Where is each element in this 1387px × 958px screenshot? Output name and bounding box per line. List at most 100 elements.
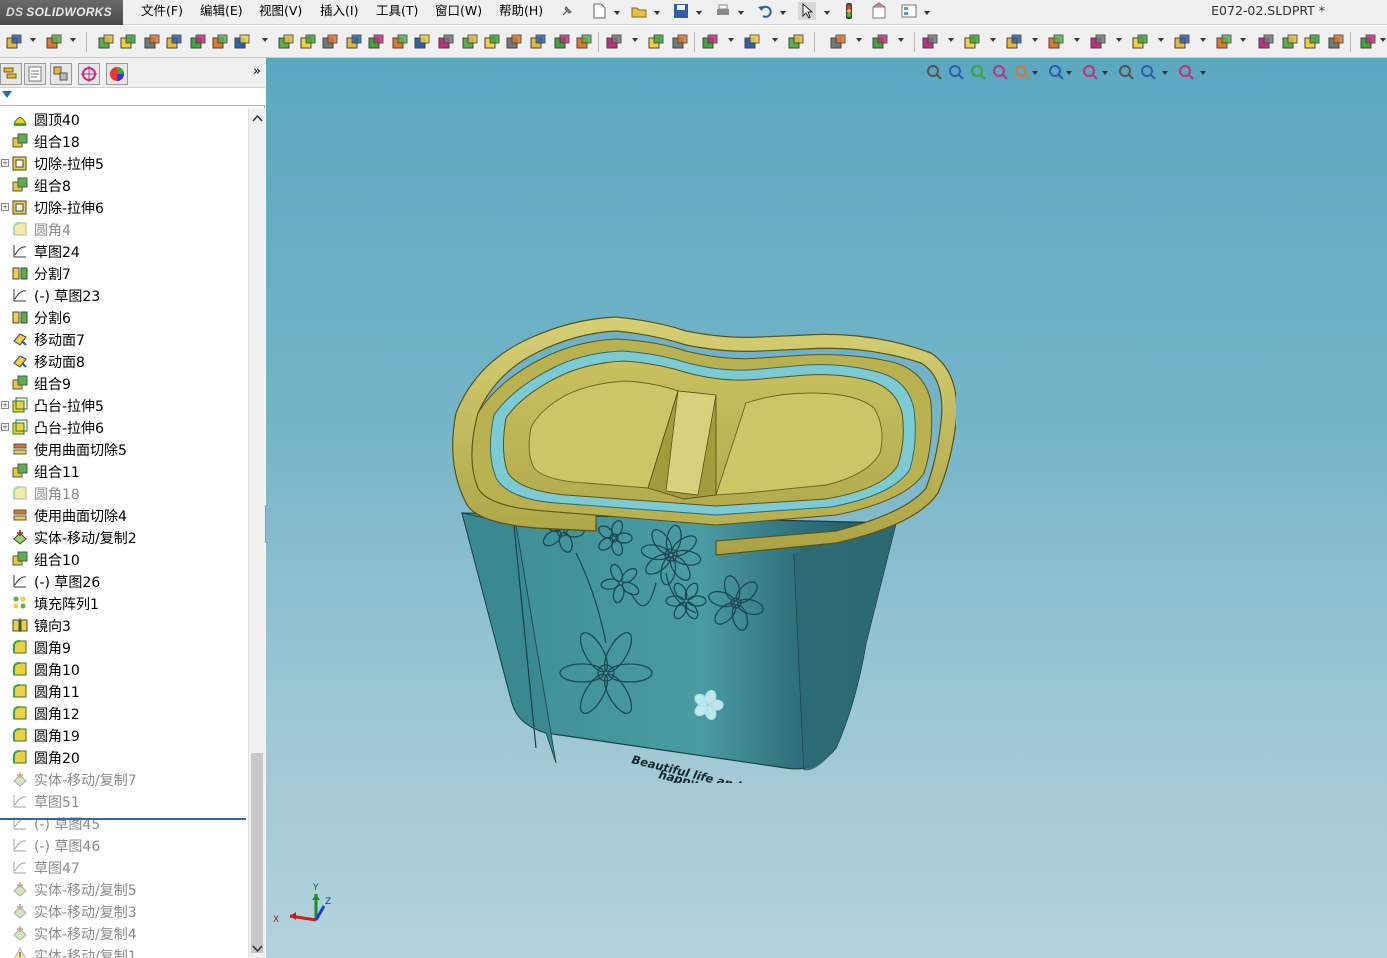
menu-tools[interactable]: 工具(T) [372, 0, 422, 25]
expand-toggle-icon[interactable]: + [1, 401, 9, 409]
smart-dimension-icon[interactable] [872, 34, 888, 50]
new-dropdown-icon[interactable] [614, 11, 620, 15]
scroll-down-arrow-icon[interactable] [250, 942, 265, 956]
edit-appearance-icon[interactable] [1118, 64, 1134, 80]
feature-tree-node[interactable]: 草图24 [0, 240, 248, 262]
slot-icon[interactable] [1006, 34, 1022, 50]
menu-view[interactable]: 视图(V) [255, 0, 306, 25]
zoom-to-area-icon[interactable] [948, 64, 964, 80]
section-view-icon[interactable] [992, 64, 1008, 80]
feature-tree-node[interactable]: 分割7 [0, 262, 248, 284]
linear-pattern-icon[interactable] [606, 34, 622, 50]
fillet-sketch-icon[interactable] [1216, 34, 1232, 50]
extrude-boss-icon[interactable] [98, 34, 114, 50]
dimxpert-tab-icon[interactable] [78, 63, 100, 85]
box-icon[interactable] [46, 34, 62, 50]
spline-icon[interactable] [1132, 34, 1148, 50]
expand-toggle-icon[interactable]: + [1, 423, 9, 431]
toolbar-dropdown-arrow-icon[interactable] [1032, 38, 1038, 42]
hud-dropdown-arrow-icon[interactable] [1102, 71, 1108, 75]
collapse-panel-icon[interactable]: » [253, 64, 261, 79]
rollback-bar[interactable] [0, 818, 246, 820]
hud-dropdown-arrow-icon[interactable] [1162, 71, 1168, 75]
feature-tree-node[interactable]: 使用曲面切除4 [0, 504, 248, 526]
toolbar-dropdown-arrow-icon[interactable] [1200, 38, 1206, 42]
hide-show-items-icon[interactable] [1082, 64, 1098, 80]
feature-tree-node[interactable]: 圆角19 [0, 724, 248, 746]
split-line-icon[interactable] [554, 34, 570, 50]
convert-entities-icon[interactable] [1360, 34, 1376, 50]
feature-tree-node[interactable]: 圆角20 [0, 746, 248, 768]
feature-tree-node[interactable]: 草图51 [0, 790, 248, 812]
toolbar-dropdown-arrow-icon[interactable] [70, 38, 76, 42]
cut-extrude-icon[interactable] [414, 34, 430, 50]
feature-tree-node[interactable]: (-) 草图45 [0, 812, 248, 834]
solidworks-logo[interactable]: DS SOLIDWORKS [0, 0, 123, 25]
thicken-cut-icon[interactable] [530, 34, 546, 50]
toolbar-dropdown-arrow-icon[interactable] [1116, 38, 1122, 42]
sweep-icon[interactable] [144, 34, 160, 50]
scroll-up-arrow-icon[interactable] [250, 112, 265, 126]
feature-tree-node[interactable]: 组合10 [0, 548, 248, 570]
toolbar-dropdown-arrow-icon[interactable] [990, 38, 996, 42]
feature-tree-node[interactable]: 移动面7 [0, 328, 248, 350]
feature-tree-filter[interactable] [0, 88, 265, 106]
graphics-area[interactable]: Beautiful life and happy every day X Y Z [266, 58, 1387, 958]
print-icon[interactable] [714, 2, 732, 20]
feature-tree-node[interactable]: + 凸台-拉伸6 [0, 416, 248, 438]
toolbar-dropdown-arrow-icon[interactable] [1380, 38, 1386, 42]
toolbar-dropdown-arrow-icon[interactable] [30, 38, 36, 42]
new-document-icon[interactable] [590, 2, 608, 20]
save-icon[interactable] [672, 2, 690, 20]
part-icon[interactable] [6, 34, 22, 50]
menu-help[interactable]: 帮助(H) [495, 0, 547, 25]
configurationmanager-tab-icon[interactable] [50, 63, 72, 85]
feature-tree-node[interactable]: 移动面8 [0, 350, 248, 372]
feature-tree-node[interactable]: 组合8 [0, 174, 248, 196]
hud-dropdown-arrow-icon[interactable] [1066, 71, 1072, 75]
rib-icon[interactable] [278, 34, 294, 50]
menu-file[interactable]: 文件(F) [137, 0, 187, 25]
feature-tree-node[interactable]: 实体-移动/复制1 [0, 944, 248, 958]
print-dropdown-icon[interactable] [738, 11, 744, 15]
feature-tree-node[interactable]: + 切除-拉伸6 [0, 196, 248, 218]
feature-tree-node[interactable]: + 凸台-拉伸5 [0, 394, 248, 416]
display-style-icon[interactable] [1048, 64, 1064, 80]
revolve-icon[interactable] [120, 34, 136, 50]
text-icon[interactable] [1328, 34, 1344, 50]
feature-tree-scrollbar[interactable] [248, 108, 265, 958]
loft-icon[interactable] [166, 34, 182, 50]
flex-icon[interactable] [346, 34, 362, 50]
cut-loft-icon[interactable] [484, 34, 500, 50]
toolbar-dropdown-arrow-icon[interactable] [856, 38, 862, 42]
filter-icon[interactable] [2, 91, 12, 98]
reference-geometry-icon[interactable] [702, 34, 718, 50]
feature-tree-node[interactable]: 实体-移动/复制7 [0, 768, 248, 790]
feature-tree-node[interactable]: 圆角10 [0, 658, 248, 680]
dome-tool-icon[interactable] [322, 34, 338, 50]
feature-tree-node[interactable]: 实体-移动/复制5 [0, 878, 248, 900]
file-properties-icon[interactable] [870, 2, 888, 20]
toolbar-dropdown-arrow-icon[interactable] [728, 38, 734, 42]
mirror-tool-icon[interactable] [648, 34, 664, 50]
cut-sweep-icon[interactable] [462, 34, 478, 50]
menu-window[interactable]: 窗口(W) [431, 0, 486, 25]
menu-edit[interactable]: 编辑(E) [196, 0, 247, 25]
feature-tree-node[interactable]: 组合18 [0, 130, 248, 152]
feature-tree-node[interactable]: 分割6 [0, 306, 248, 328]
view-orientation-icon[interactable] [1014, 64, 1030, 80]
move-copy-icon[interactable] [672, 34, 688, 50]
ellipse-icon[interactable] [1174, 34, 1190, 50]
hud-dropdown-arrow-icon[interactable] [1032, 71, 1038, 75]
sketch-tool-icon[interactable] [830, 34, 846, 50]
toolbar-dropdown-arrow-icon[interactable] [632, 38, 638, 42]
wrap-icon[interactable] [300, 34, 316, 50]
open-dropdown-icon[interactable] [654, 11, 660, 15]
feature-tree-node[interactable]: 圆角4 [0, 218, 248, 240]
zoom-to-fit-icon[interactable] [926, 64, 942, 80]
fillet-tool-icon[interactable] [234, 34, 250, 50]
feature-tree-node[interactable]: 实体-移动/复制2 [0, 526, 248, 548]
pin-icon[interactable] [560, 4, 574, 18]
line-icon[interactable] [922, 34, 938, 50]
feature-tree-node[interactable]: 填充阵列1 [0, 592, 248, 614]
